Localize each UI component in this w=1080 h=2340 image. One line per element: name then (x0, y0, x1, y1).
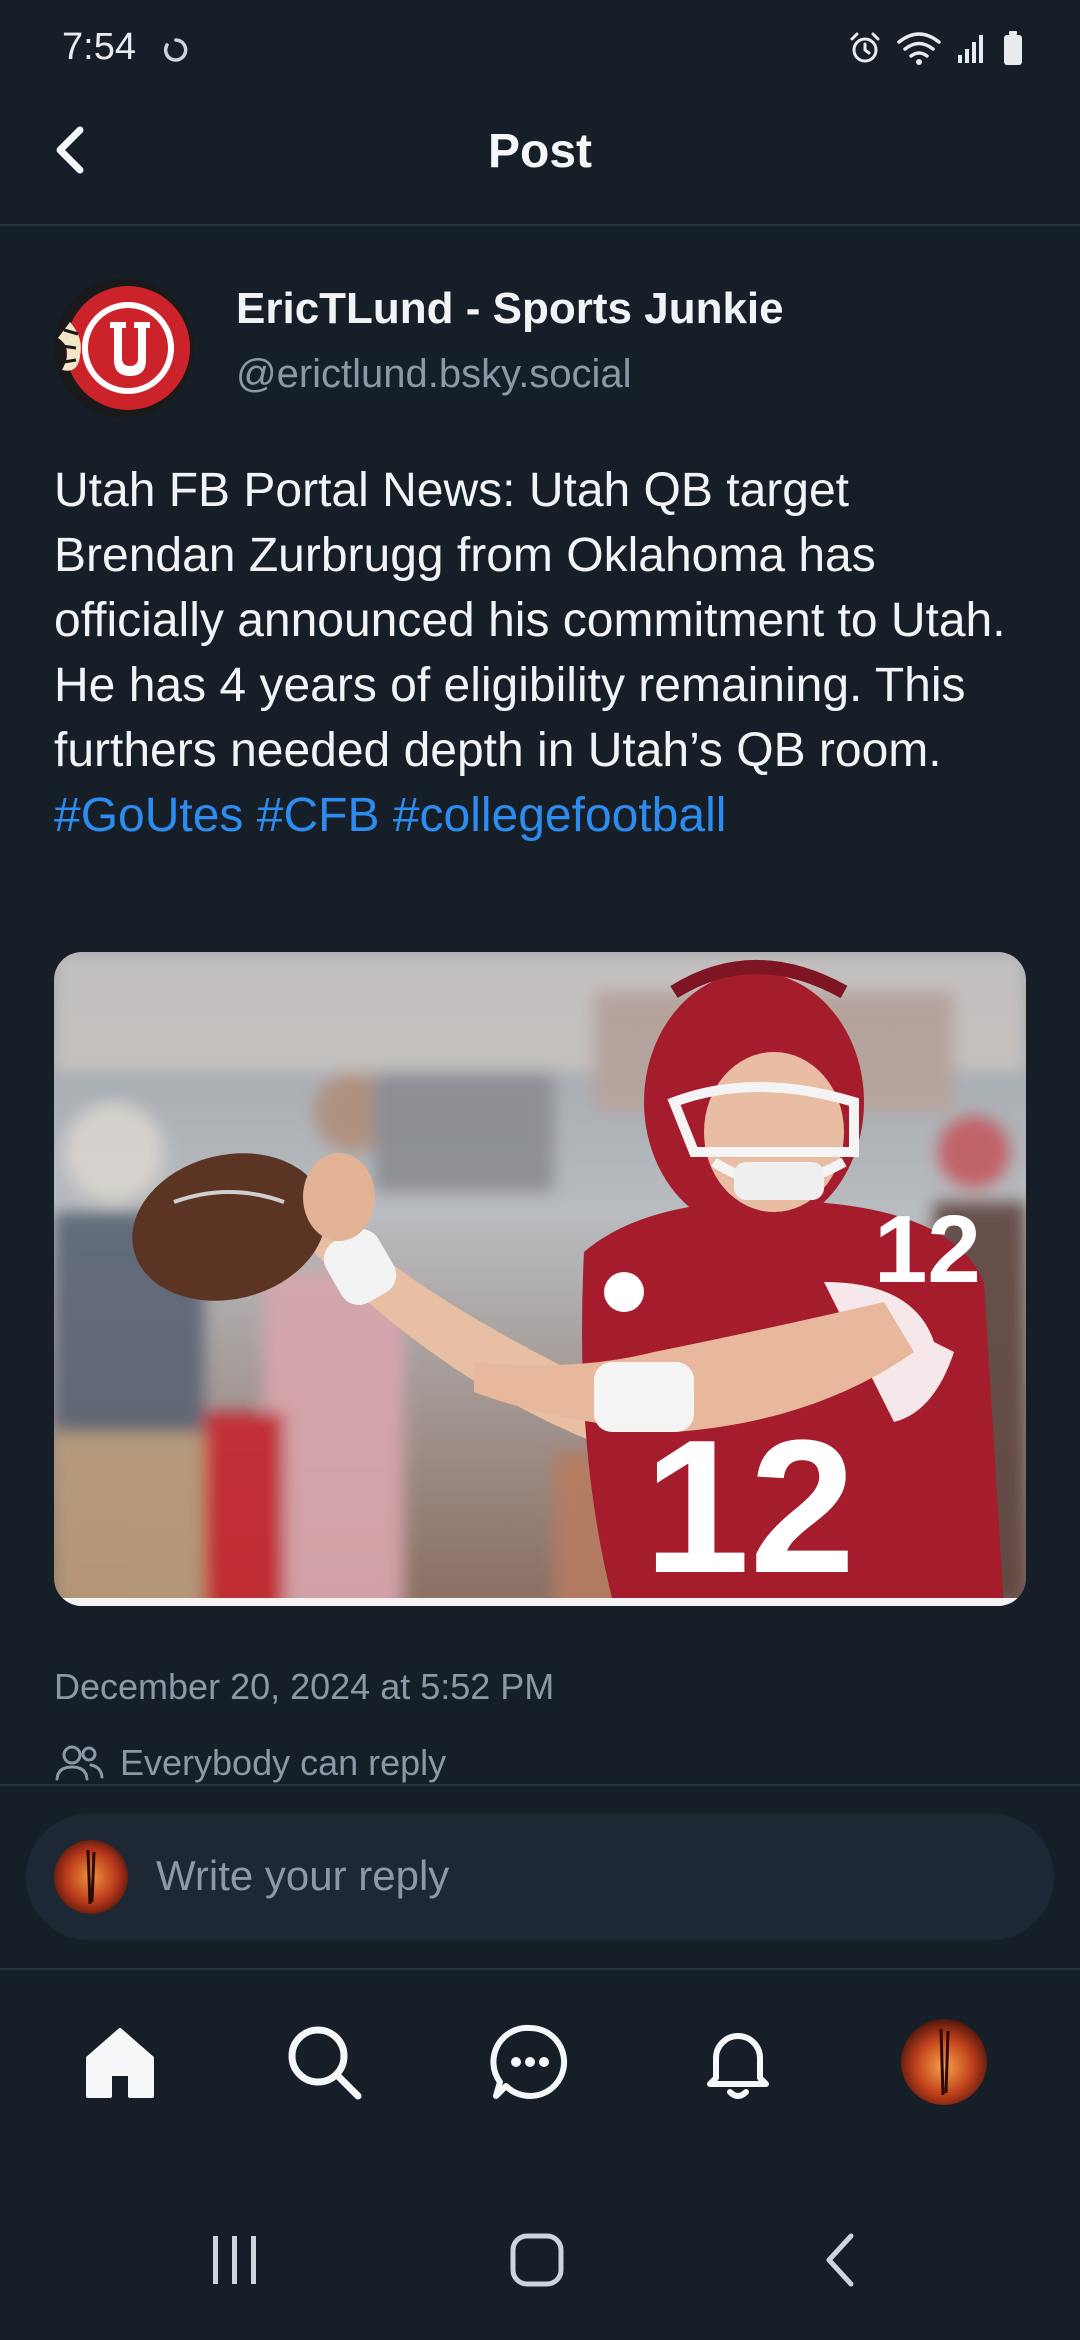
post-body: Utah FB Portal News: Utah QB target Bren… (54, 458, 1014, 848)
alarm-icon (850, 32, 880, 63)
home-icon (86, 2028, 154, 2098)
reply-permission: Everybody can reply (54, 1740, 446, 1786)
bottom-nav (0, 1968, 1080, 2148)
people-icon (55, 1745, 104, 1781)
chat-icon (490, 2024, 568, 2099)
profile-avatar (901, 2019, 987, 2105)
post-text: Utah FB Portal News: Utah QB target Bren… (54, 464, 1006, 777)
my-avatar (54, 1840, 128, 1914)
football-player-photo: 12 12 (54, 952, 1026, 1606)
reply-input[interactable]: Write your reply (26, 1814, 1054, 1940)
system-home-button[interactable] (492, 2220, 582, 2300)
wifi-icon (897, 32, 941, 65)
post-timestamp: December 20, 2024 at 5:52 PM (54, 1666, 555, 1707)
nav-home[interactable] (70, 2012, 170, 2112)
author-display-name[interactable]: EricTLund - Sports Junkie (236, 284, 784, 334)
utah-utes-logo (54, 278, 194, 418)
sync-icon (163, 38, 188, 62)
author-avatar[interactable] (54, 278, 194, 418)
battery-icon (1004, 31, 1022, 65)
search-icon (288, 2026, 362, 2100)
header: Post (0, 100, 1080, 226)
reply-placeholder: Write your reply (156, 1852, 450, 1899)
post-screen: 7:54 Post EricTLund - Sports Junkie @eri… (0, 0, 1080, 2340)
status-icons (848, 30, 1024, 66)
recents-button[interactable] (190, 2220, 280, 2300)
svg-text:12: 12 (874, 1196, 981, 1303)
author-handle[interactable]: @erictlund.bsky.social (236, 352, 632, 397)
home-circle-icon (510, 2233, 564, 2287)
recents-icon (213, 2236, 256, 2284)
nav-search[interactable] (274, 2012, 374, 2112)
nav-chat[interactable] (480, 2012, 580, 2112)
post-author: EricTLund - Sports Junkie @erictlund.bsk… (54, 276, 1034, 426)
post-image[interactable]: 12 12 (54, 952, 1026, 1606)
status-bar: 7:54 (0, 0, 1080, 100)
profile-avatar-image (54, 1840, 128, 1914)
nav-profile[interactable] (894, 2012, 994, 2112)
system-nav-bar (0, 2180, 1080, 2340)
reply-bar: Write your reply (0, 1784, 1080, 1970)
nav-notifications[interactable] (688, 2012, 788, 2112)
bell-icon (707, 2033, 769, 2099)
hashtag-collegefootball[interactable]: #collegefootball (393, 789, 727, 842)
page-title: Post (487, 125, 592, 178)
back-icon (826, 2233, 854, 2287)
status-time: 7:54 (62, 26, 136, 68)
signal-icon (958, 35, 983, 63)
hashtag-cfb[interactable]: #CFB (257, 789, 380, 842)
hashtag-goutes[interactable]: #GoUtes (54, 789, 243, 842)
reply-permission-label: Everybody can reply (120, 1742, 447, 1783)
system-back-button[interactable] (796, 2220, 886, 2300)
